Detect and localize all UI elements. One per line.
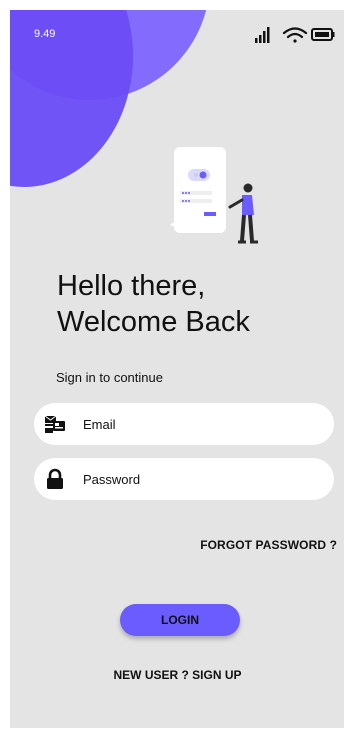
signal-icon — [255, 27, 270, 43]
decorative-blob — [10, 10, 133, 187]
login-screen: 9.49 Hello there, Welcome Back Sign in t… — [10, 10, 344, 728]
password-input[interactable] — [83, 458, 313, 500]
status-time: 9.49 — [34, 28, 56, 40]
signup-link[interactable]: NEW USER ? SIGN UP — [10, 668, 344, 682]
wifi-icon — [282, 27, 308, 43]
email-card-icon — [44, 415, 65, 433]
forgot-password-link[interactable]: FORGOT PASSWORD ? — [200, 538, 337, 552]
battery-icon — [311, 28, 335, 41]
lock-icon — [47, 468, 63, 489]
password-field[interactable] — [34, 458, 334, 500]
login-button[interactable]: LOGIN — [120, 604, 240, 636]
welcome-line-1: Hello there, — [57, 270, 206, 302]
welcome-illustration — [170, 147, 258, 244]
status-icons — [255, 27, 335, 43]
email-input[interactable] — [83, 403, 313, 445]
welcome-heading: Hello there, Welcome Back — [57, 268, 250, 340]
email-field[interactable] — [34, 403, 334, 445]
signin-subtitle: Sign in to continue — [56, 370, 163, 385]
welcome-line-2: Welcome Back — [57, 306, 250, 338]
